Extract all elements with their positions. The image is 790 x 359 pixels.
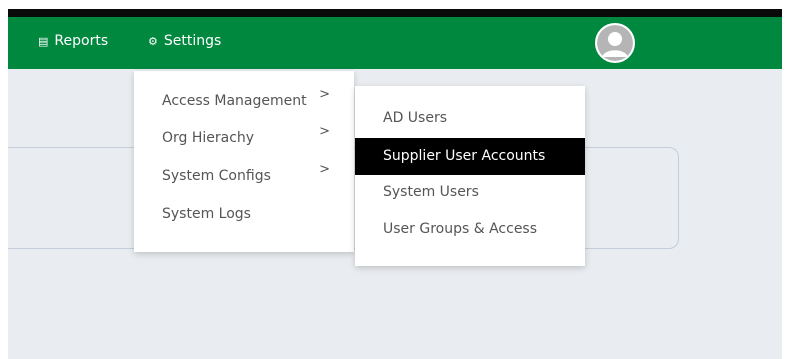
submenu-item-label: AD Users bbox=[383, 110, 448, 126]
submenu-item-ad-users[interactable]: AD Users bbox=[355, 100, 585, 137]
menu-item-label: System Configs bbox=[162, 168, 271, 184]
nav-settings-label: Settings bbox=[163, 33, 222, 49]
top-strip bbox=[8, 9, 782, 17]
menu-item-label: Org Hierachy bbox=[162, 130, 255, 146]
gears-icon: ⚙ bbox=[148, 34, 158, 48]
nav-reports[interactable]: ▤ Reports bbox=[38, 33, 108, 49]
chevron-right-icon: > bbox=[319, 124, 330, 139]
nav-settings[interactable]: ⚙ Settings bbox=[148, 33, 221, 49]
submenu-item-label: Supplier User Accounts bbox=[383, 148, 546, 164]
access-management-submenu: AD Users Supplier User Accounts System U… bbox=[355, 86, 585, 266]
nav-reports-label: Reports bbox=[54, 33, 109, 49]
settings-dropdown: Access Management > Org Hierachy > Syste… bbox=[134, 71, 354, 252]
top-navbar: ▤ Reports ⚙ Settings bbox=[8, 17, 782, 69]
submenu-item-label: System Users bbox=[383, 184, 479, 200]
user-icon bbox=[597, 25, 633, 61]
submenu-item-supplier-user-accounts[interactable]: Supplier User Accounts bbox=[355, 138, 585, 175]
chevron-right-icon: > bbox=[319, 162, 330, 177]
submenu-item-system-users[interactable]: System Users bbox=[355, 174, 585, 211]
submenu-item-label: User Groups & Access bbox=[383, 221, 538, 237]
user-avatar[interactable] bbox=[595, 23, 635, 63]
menu-item-label: Access Management bbox=[162, 93, 307, 109]
menu-item-label: System Logs bbox=[162, 206, 251, 222]
list-icon: ▤ bbox=[38, 34, 49, 48]
submenu-item-user-groups-access[interactable]: User Groups & Access bbox=[355, 211, 585, 248]
chevron-right-icon: > bbox=[319, 87, 330, 102]
